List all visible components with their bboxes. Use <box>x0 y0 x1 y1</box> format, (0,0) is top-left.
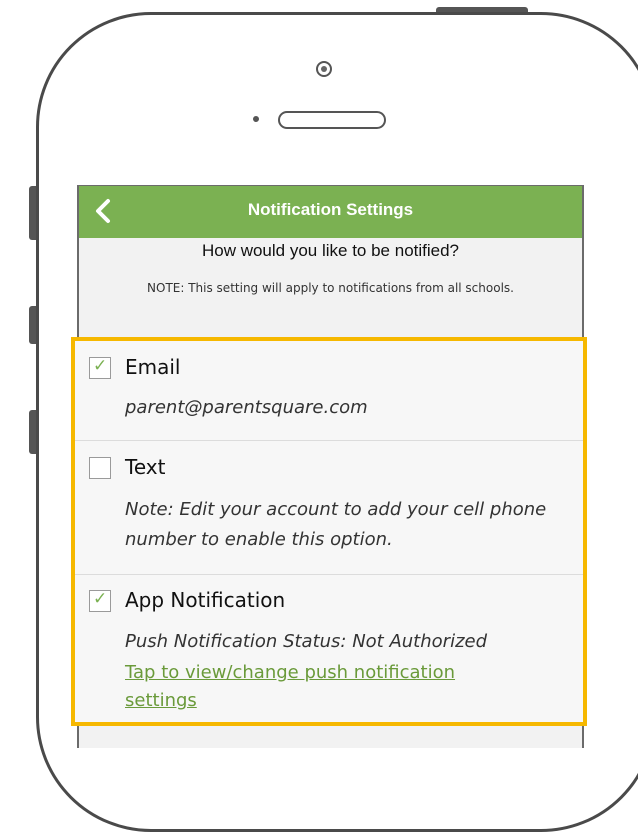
option-email: ✓ Email parent@parentsquare.com <box>75 341 583 441</box>
text-checkbox[interactable] <box>89 457 111 479</box>
text-note: Note: Edit your account to add your cell… <box>125 499 547 550</box>
option-text: Text Note: Edit your account to add your… <box>75 441 583 575</box>
email-checkbox[interactable]: ✓ <box>89 356 111 379</box>
navigation-bar: Notification Settings <box>79 186 582 238</box>
text-label: Text <box>125 455 166 479</box>
app-notification-checkbox[interactable]: ✓ <box>89 589 111 612</box>
page-title: Notification Settings <box>247 200 414 219</box>
notify-prompt: How would you like to be notified? <box>201 241 460 260</box>
email-label: Email <box>125 355 181 379</box>
check-mark-icon: ✓ <box>93 356 108 376</box>
option-app-notification: ✓ App Notification Push Notification Sta… <box>75 575 583 722</box>
push-settings-link[interactable]: Tap to view/change push notification set… <box>125 659 523 715</box>
sensor-dot <box>253 116 259 122</box>
push-status: Push Notification Status: Not Authorized <box>125 631 488 652</box>
camera-icon <box>316 61 332 77</box>
email-address: parent@parentsquare.com <box>125 397 368 418</box>
notification-options: ✓ Email parent@parentsquare.com Text Not… <box>71 337 587 726</box>
app-notification-label: App Notification <box>125 588 286 612</box>
check-mark-icon: ✓ <box>93 589 108 609</box>
speaker-grille <box>278 111 386 129</box>
settings-note: NOTE: This setting will apply to notific… <box>147 281 514 295</box>
